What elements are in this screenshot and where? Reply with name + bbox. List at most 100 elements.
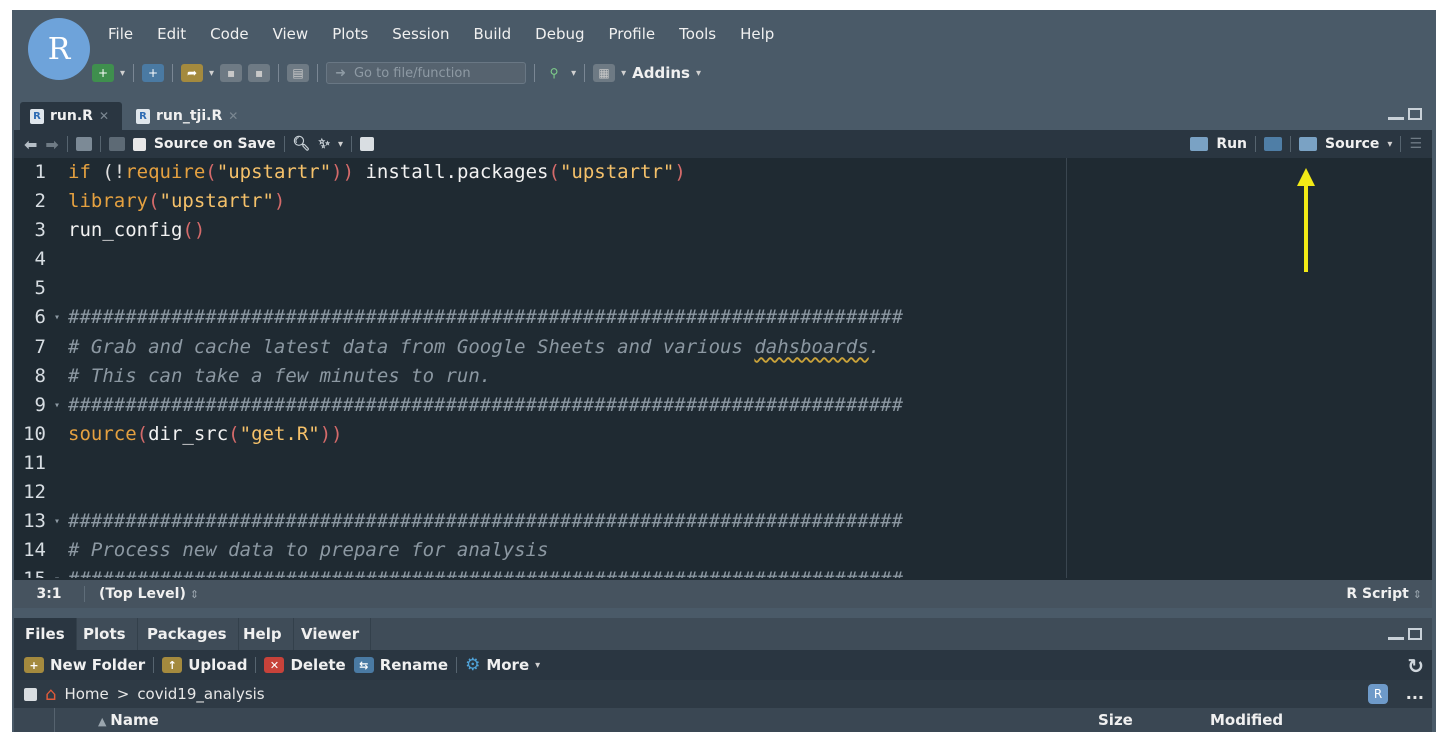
code-token: ( <box>136 422 149 445</box>
forward-arrow-icon[interactable]: ➡ <box>45 135 58 154</box>
menu-edit[interactable]: Edit <box>145 23 198 45</box>
menu-view[interactable]: View <box>261 23 321 45</box>
source-icon <box>1299 137 1318 151</box>
line-number: 4 <box>34 248 46 271</box>
fold-arrow-icon[interactable]: ▾ <box>54 565 60 578</box>
menu-file[interactable]: File <box>96 23 145 45</box>
name-column-header[interactable]: ▲ Name <box>98 708 159 732</box>
code-token: "upstartr" <box>559 161 675 183</box>
close-tab-icon[interactable]: ✕ <box>228 109 238 123</box>
search-icon[interactable]: 🔍︎ <box>293 136 311 152</box>
toolbar-divider <box>99 136 101 152</box>
menu-plots[interactable]: Plots <box>320 23 380 45</box>
line-number: 5 <box>34 277 46 300</box>
open-file-icon[interactable]: ➦ <box>181 64 204 82</box>
menu-profile[interactable]: Profile <box>597 23 668 45</box>
save-all-icon[interactable]: ▪ <box>248 64 271 82</box>
spellcheck-word: dahsboards <box>754 335 869 358</box>
line-number-text: 13 <box>23 510 46 533</box>
tab-help[interactable]: Help <box>232 618 294 650</box>
go-to-file-function-input[interactable]: ➜ Go to file/function <box>326 62 527 84</box>
minimize-pane-icon[interactable] <box>1388 117 1404 120</box>
tab-viewer[interactable]: Viewer <box>290 618 372 650</box>
source-dropdown-icon[interactable]: ▾ <box>1387 139 1392 150</box>
tab-run-tji-r[interactable]: R run_tji.R ✕ <box>126 102 254 130</box>
source-on-save-checkbox[interactable] <box>132 137 146 151</box>
print-icon[interactable]: ▤ <box>287 64 310 82</box>
main-toolbar: + ▾ + ➦ ▾ ▪ ▪ ▤ ➜ Go to file/function ⚲ … <box>92 60 701 86</box>
menu-help[interactable]: Help <box>728 23 786 45</box>
code-line: 1 if (! require("upstartr")) install.pack… <box>14 158 1066 187</box>
new-folder-button[interactable]: + New Folder <box>24 656 145 674</box>
code-token: ) <box>273 190 286 213</box>
new-file-icon[interactable]: + <box>92 64 114 82</box>
open-recent-dropdown-icon[interactable]: ▾ <box>209 68 214 79</box>
save-icon[interactable]: ▪ <box>220 64 243 82</box>
maximize-pane-icon[interactable] <box>1408 108 1422 120</box>
addins-button[interactable]: Addins <box>632 64 690 82</box>
version-control-dropdown-icon[interactable]: ▾ <box>571 68 576 79</box>
magic-wand-icon[interactable]: ✨︎ <box>318 136 330 152</box>
more-dropdown-icon: ▾ <box>535 659 541 671</box>
tab-run-r[interactable]: R run.R ✕ <box>20 102 122 130</box>
run-button[interactable]: Run <box>1216 136 1247 152</box>
more-options-button[interactable]: ... <box>1406 680 1424 708</box>
files-tab-bar: Files Plots Packages Help Viewer <box>14 618 1432 650</box>
back-arrow-icon[interactable]: ⬅ <box>24 135 37 154</box>
menu-tools[interactable]: Tools <box>667 23 728 45</box>
upload-button[interactable]: ↑ Upload <box>162 656 247 674</box>
rename-icon: ⇆ <box>353 657 374 673</box>
maximize-pane-icon[interactable] <box>1408 628 1422 640</box>
addins-dropdown-icon[interactable]: ▾ <box>696 68 701 79</box>
breadcrumb-folder[interactable]: covid19_analysis <box>137 685 264 703</box>
more-button[interactable]: ⚙ More ▾ <box>465 655 540 675</box>
fold-arrow-icon[interactable]: ▾ <box>54 303 60 332</box>
r-project-icon[interactable]: R <box>1368 684 1388 704</box>
toolbar-divider <box>1400 136 1402 152</box>
menu-debug[interactable]: Debug <box>523 23 596 45</box>
file-type-label: R Script <box>1346 586 1409 602</box>
breadcrumb-home[interactable]: Home <box>64 685 108 703</box>
line-number: 2 <box>34 190 46 213</box>
line-number: 9 ▾ <box>14 391 68 420</box>
fold-arrow-icon[interactable]: ▾ <box>54 507 60 536</box>
menu-code[interactable]: Code <box>198 23 260 45</box>
line-number: 6 ▾ <box>14 303 68 332</box>
minimize-pane-icon[interactable] <box>1388 637 1404 640</box>
pane-layout-icon[interactable]: ▦ <box>593 64 616 82</box>
source-button[interactable]: Source <box>1325 136 1379 152</box>
close-tab-icon[interactable]: ✕ <box>99 109 109 123</box>
select-all-checkbox[interactable] <box>24 687 37 701</box>
delete-button[interactable]: ✕ Delete <box>264 656 346 674</box>
code-token: ( <box>205 161 217 183</box>
code-line: 8 # This can take a few minutes to run. <box>14 362 1066 391</box>
menu-build[interactable]: Build <box>462 23 524 45</box>
document-outline-icon[interactable]: ☰ <box>1409 136 1422 152</box>
file-type-selector[interactable]: R Script ⇕ <box>1346 586 1422 602</box>
code-tools-dropdown-icon[interactable]: ▾ <box>338 139 343 150</box>
menu-session[interactable]: Session <box>380 23 461 45</box>
home-icon[interactable]: ⌂ <box>45 684 56 705</box>
code-editor[interactable]: 1 if (! require("upstartr")) install.pack… <box>14 158 1066 578</box>
rename-button[interactable]: ⇆ Rename <box>353 656 448 674</box>
editor-window-controls <box>1388 108 1422 120</box>
fold-arrow-icon[interactable]: ▾ <box>54 391 60 420</box>
size-column-header[interactable]: Size <box>1098 708 1133 732</box>
toolbar-divider <box>456 657 458 673</box>
refresh-icon[interactable]: ↻ <box>1407 654 1424 678</box>
compile-report-icon[interactable] <box>360 137 375 151</box>
scope-selector[interactable]: (Top Level) ⇕ <box>85 586 199 602</box>
tab-plots[interactable]: Plots <box>72 618 138 650</box>
show-in-window-icon[interactable] <box>75 137 92 151</box>
version-control-icon[interactable]: ⚲ <box>543 64 565 82</box>
file-type-updown-icon: ⇕ <box>1412 588 1422 601</box>
files-window-controls <box>1388 628 1422 640</box>
new-file-dropdown-icon[interactable]: ▾ <box>120 68 125 79</box>
modified-column-header[interactable]: Modified <box>1210 708 1283 732</box>
tab-files[interactable]: Files <box>14 618 77 650</box>
save-file-icon[interactable] <box>108 137 125 151</box>
tab-packages[interactable]: Packages <box>136 618 239 650</box>
new-project-icon[interactable]: + <box>142 64 165 82</box>
rerun-icon[interactable] <box>1264 137 1283 151</box>
pane-layout-dropdown-icon[interactable]: ▾ <box>621 68 626 79</box>
